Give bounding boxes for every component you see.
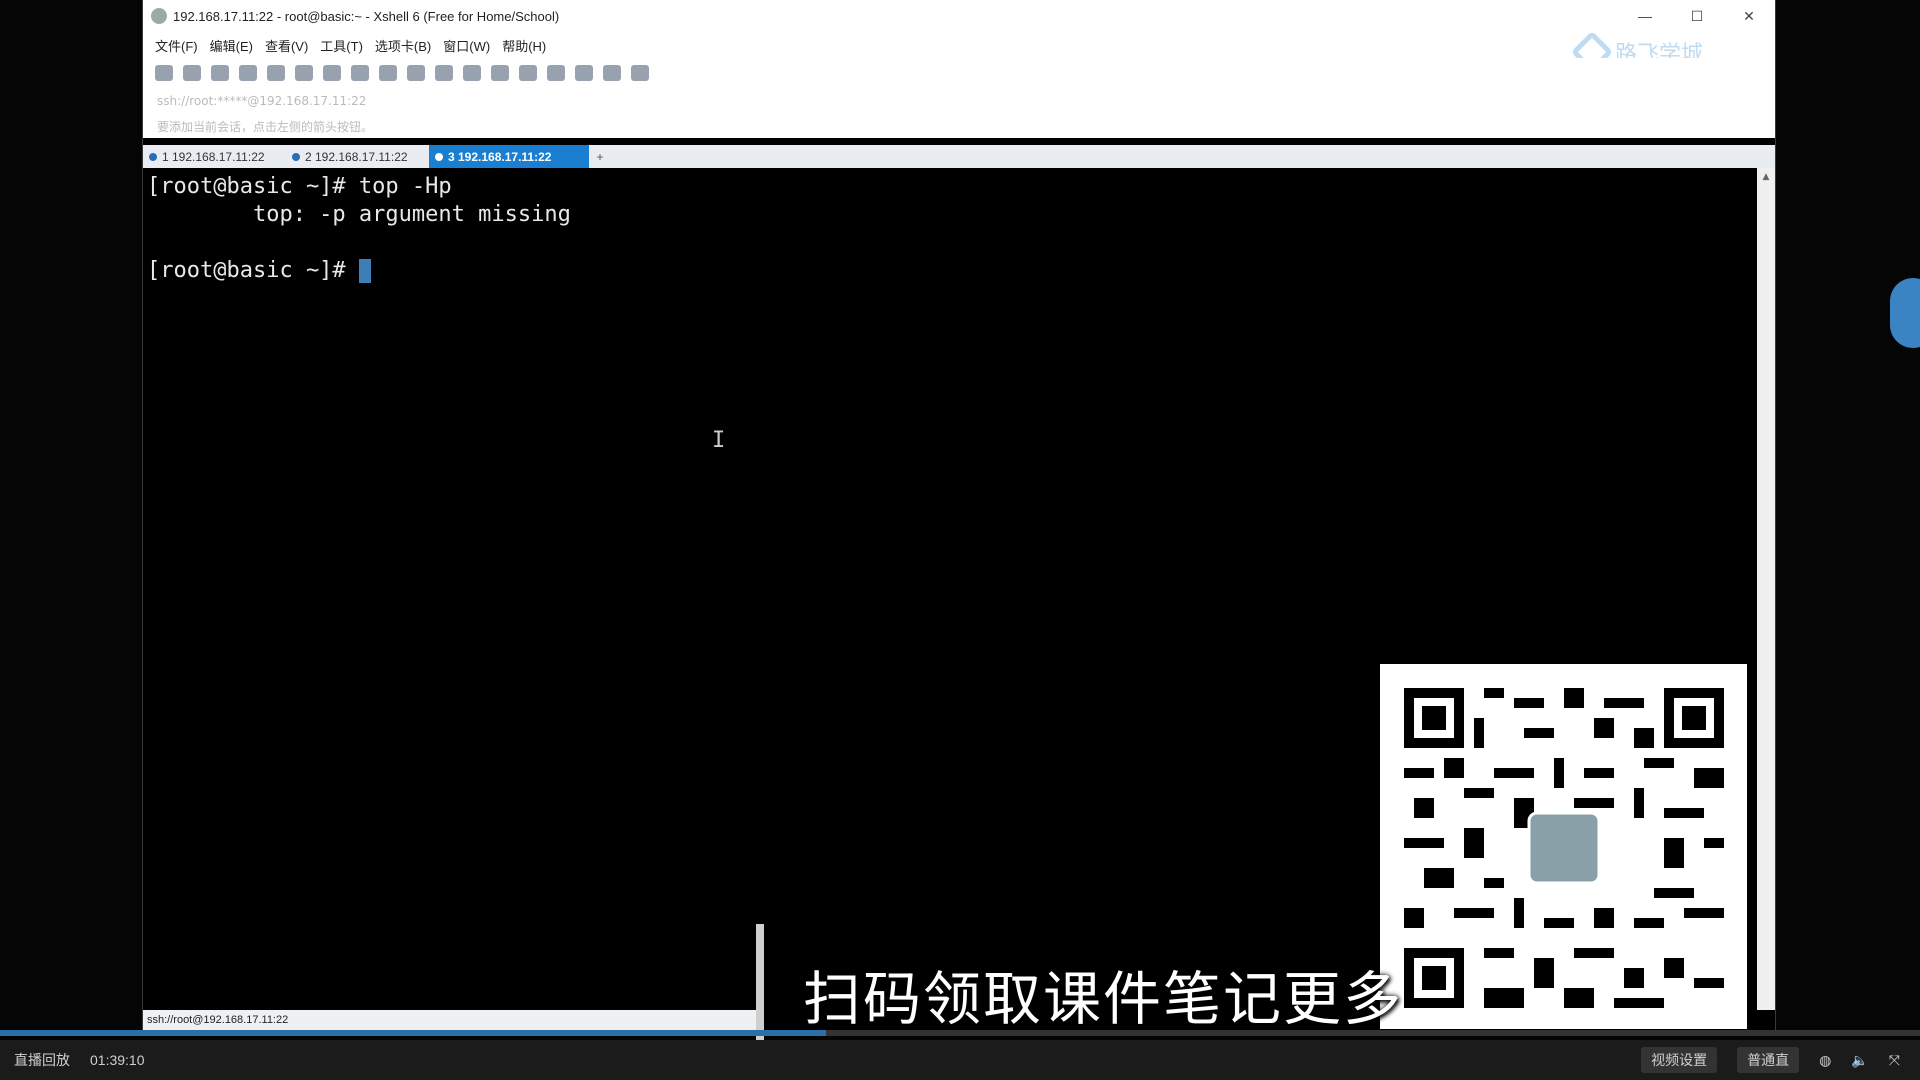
keyboard-icon[interactable]	[519, 65, 537, 81]
menu-help[interactable]: 帮助(H)	[502, 36, 546, 55]
tab-status-icon	[292, 152, 300, 161]
title-bar: 192.168.17.11:22 - root@basic:~ - Xshell…	[143, 0, 1775, 32]
tab-session-3[interactable]: 3 192.168.17.11:22	[429, 145, 589, 168]
new-session-icon[interactable]	[155, 65, 173, 81]
menu-edit[interactable]: 编辑(E)	[210, 36, 253, 55]
tab-label: 3 192.168.17.11:22	[448, 149, 552, 164]
lock-icon[interactable]	[491, 65, 509, 81]
address-bar[interactable]: ssh://root:*****@192.168.17.11:22	[143, 88, 1775, 114]
xftp-icon[interactable]	[407, 65, 425, 81]
font-icon[interactable]	[379, 65, 397, 81]
close-button[interactable]: ✕	[1723, 0, 1775, 32]
fullscreen-icon[interactable]	[463, 65, 481, 81]
tab-label: 1 192.168.17.11:22	[162, 149, 265, 164]
status-bar: ssh://root@192.168.17.11:22	[143, 1010, 763, 1030]
reconnect-icon[interactable]	[211, 65, 229, 81]
video-progress-bar[interactable]	[0, 1030, 1920, 1036]
script-icon[interactable]	[547, 65, 565, 81]
address-text: ssh://root:*****@192.168.17.11:22	[157, 94, 367, 108]
minimize-button[interactable]: —	[1619, 0, 1671, 32]
tab-label: 2 192.168.17.11:22	[305, 149, 408, 164]
text-cursor-icon: I	[712, 428, 726, 453]
video-player-controls: 直播回放 01:39:10 视频设置 普通直 ◍ 🔈 ⤧	[0, 1040, 1920, 1080]
terminal-scrollbar[interactable]: ▲	[1757, 168, 1775, 1010]
video-progress-fill	[0, 1030, 826, 1036]
session-tab-bar: 1 192.168.17.11:22 2 192.168.17.11:22 3 …	[143, 145, 1775, 168]
floating-side-button[interactable]	[1890, 278, 1920, 348]
qr-code-panel	[1380, 664, 1747, 1029]
menu-tabs[interactable]: 选项卡(B)	[375, 36, 431, 55]
info-bar: 要添加当前会话，点击左侧的箭头按钮。	[143, 114, 1775, 138]
find-icon[interactable]	[295, 65, 313, 81]
terminal-prompt-line: [root@basic ~]#	[147, 258, 1753, 286]
status-text: ssh://root@192.168.17.11:22	[147, 1014, 289, 1026]
menu-tools[interactable]: 工具(T)	[320, 36, 363, 55]
info-text: 要添加当前会话，点击左侧的箭头按钮。	[157, 119, 374, 134]
disconnect-icon[interactable]	[239, 65, 257, 81]
layout-icon[interactable]	[603, 65, 621, 81]
line-select-button[interactable]: 普通直	[1737, 1047, 1800, 1073]
tab-status-icon	[435, 152, 443, 161]
volume-icon[interactable]: 🔈	[1851, 1052, 1868, 1069]
subtitle-divider	[756, 924, 764, 1044]
terminal-line: [root@basic ~]# top -Hp	[147, 174, 452, 199]
player-time: 01:39:10	[90, 1052, 145, 1068]
xshell-app-icon	[151, 8, 167, 24]
add-tab-button[interactable]: +	[589, 145, 611, 168]
player-source-label: 直播回放	[14, 1052, 70, 1068]
menu-file[interactable]: 文件(F)	[155, 36, 198, 55]
menu-bar: 文件(F) 编辑(E) 查看(V) 工具(T) 选项卡(B) 窗口(W) 帮助(…	[143, 32, 1775, 58]
menu-window[interactable]: 窗口(W)	[443, 36, 490, 55]
tab-session-2[interactable]: 2 192.168.17.11:22	[286, 145, 429, 168]
help-icon[interactable]	[631, 65, 649, 81]
tab-session-1[interactable]: 1 192.168.17.11:22	[143, 145, 286, 168]
globe-icon[interactable]	[351, 65, 369, 81]
open-folder-icon[interactable]	[183, 65, 201, 81]
properties-icon[interactable]	[267, 65, 285, 81]
terminal-cursor	[358, 259, 371, 283]
video-subtitle: 扫码领取课件笔记更多	[803, 965, 1404, 1033]
danmaku-icon[interactable]: ◍	[1819, 1052, 1831, 1069]
xmanager-icon[interactable]	[435, 65, 453, 81]
window-title: 192.168.17.11:22 - root@basic:~ - Xshell…	[173, 8, 560, 24]
video-settings-button[interactable]: 视频设置	[1641, 1047, 1718, 1073]
menu-view[interactable]: 查看(V)	[265, 36, 308, 55]
tab-status-icon	[149, 152, 157, 161]
toolbar	[143, 58, 1775, 88]
qr-code-icon	[1404, 688, 1724, 1008]
fullscreen-exit-icon[interactable]: ⤧	[1889, 1052, 1900, 1069]
settings-icon[interactable]	[575, 65, 593, 81]
terminal-line: top: -p argument missing	[147, 202, 571, 227]
maximize-button[interactable]: ☐	[1671, 0, 1723, 32]
terminal-prompt: [root@basic ~]#	[147, 258, 359, 283]
copy-icon[interactable]	[323, 65, 341, 81]
scroll-up-icon[interactable]: ▲	[1757, 168, 1775, 186]
